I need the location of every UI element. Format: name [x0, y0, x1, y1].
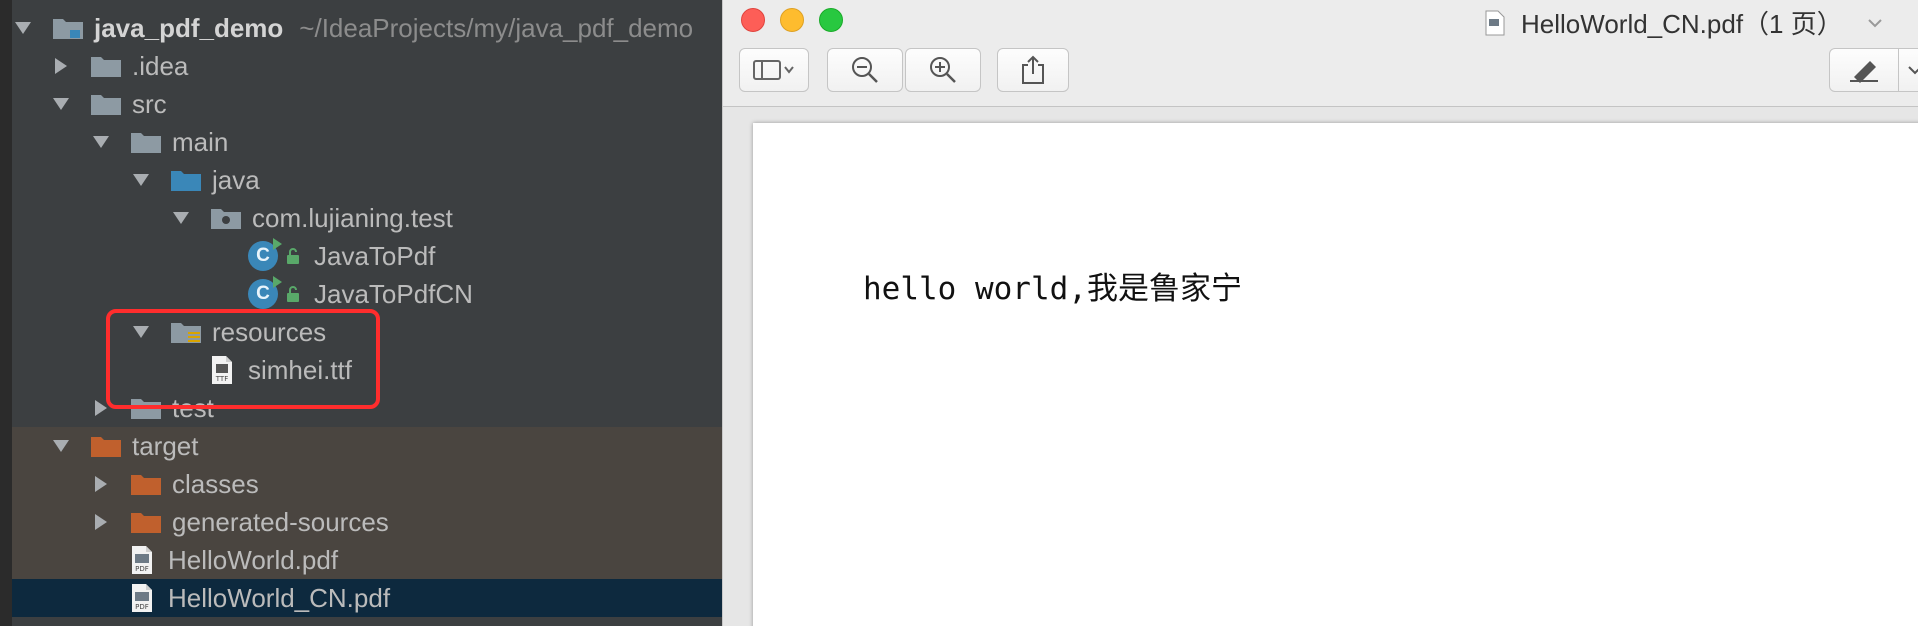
share-button[interactable] [997, 48, 1069, 92]
markup-button[interactable] [1829, 48, 1918, 92]
markup-pen-icon [1850, 61, 1878, 83]
zoom-out-icon [852, 57, 878, 83]
excluded-folder-icon [131, 513, 161, 533]
chevron-down-icon[interactable] [130, 169, 152, 191]
unlocked-icon [287, 248, 299, 264]
chevron-down-icon[interactable] [1907, 65, 1918, 75]
document-canvas[interactable]: hello world,我是鲁家宁 [723, 107, 1918, 626]
pdf-document-icon [1485, 10, 1505, 35]
window-title[interactable]: HelloWorld_CN.pdf（1 页） [1485, 4, 1883, 41]
zoom-in-icon [930, 57, 956, 83]
chevron-right-icon[interactable] [90, 511, 112, 533]
tree-row-javatopdf[interactable]: C JavaToPdf [12, 237, 722, 275]
pdf-file-icon: PDF [132, 584, 152, 612]
chevron-down-icon[interactable] [12, 17, 34, 39]
zoom-out-button[interactable] [827, 48, 903, 92]
tree-row-classes[interactable]: classes [12, 465, 722, 503]
tree-label: com.lujianing.test [252, 202, 453, 233]
class-icon-letter: C [256, 283, 270, 304]
folder-icon [91, 95, 121, 115]
project-tree-panel: java_pdf_demo ~/IdeaProjects/my/java_pdf… [0, 0, 722, 626]
chevron-down-icon[interactable] [1867, 18, 1883, 28]
tree-label: java [212, 164, 260, 195]
project-name: java_pdf_demo [94, 12, 284, 43]
chevron-down-icon[interactable] [50, 93, 72, 115]
chevron-down-icon[interactable] [170, 207, 192, 229]
sidebar-toggle-icon [753, 60, 794, 80]
tree-label: target [132, 430, 199, 461]
tree-row-main[interactable]: main [12, 123, 722, 161]
tree-row-target[interactable]: target [12, 427, 722, 465]
close-window-button[interactable] [741, 8, 765, 32]
tree-row-helloworld-pdf[interactable]: PDF HelloWorld.pdf [12, 541, 722, 579]
chevron-down-icon[interactable] [90, 131, 112, 153]
tree-row-idea[interactable]: .idea [12, 47, 722, 85]
tree-label: classes [172, 468, 259, 499]
preview-window: HelloWorld_CN.pdf（1 页） hello world,我是鲁家宁 [722, 0, 1918, 626]
run-marker-icon [273, 276, 282, 288]
tree-label: src [132, 88, 167, 119]
share-icon [1022, 55, 1044, 84]
toolbar-divider [1898, 48, 1899, 92]
java-class-icon: C [248, 276, 282, 309]
file-icon-label: PDF [135, 565, 149, 573]
red-highlight-annotation [106, 309, 380, 409]
minimize-window-button[interactable] [780, 8, 804, 32]
tree-row-package[interactable]: com.lujianing.test [12, 199, 722, 237]
window-titlebar[interactable]: HelloWorld_CN.pdf（1 页） [723, 0, 1918, 40]
tree-label: .idea [132, 50, 189, 81]
chevron-right-icon[interactable] [90, 473, 112, 495]
pdf-file-icon: PDF [132, 546, 152, 574]
tree-label: main [172, 126, 229, 157]
java-class-icon: C [248, 238, 282, 271]
class-icon-letter: C [256, 245, 270, 266]
editor-gutter [0, 0, 12, 626]
pdf-page-text: hello world,我是鲁家宁 [863, 271, 1242, 307]
tree-row-javatopdfcn[interactable]: C JavaToPdfCN [12, 275, 722, 313]
zoom-window-button[interactable] [819, 8, 843, 32]
source-folder-icon [171, 171, 201, 191]
tree-row-helloworld-cn-pdf[interactable]: PDF HelloWorld_CN.pdf [12, 579, 722, 617]
zoom-in-button[interactable] [905, 48, 981, 92]
pdf-page[interactable]: hello world,我是鲁家宁 [753, 123, 1918, 626]
package-icon [211, 209, 241, 229]
folder-icon [91, 57, 121, 77]
module-folder-icon [53, 19, 83, 39]
unlocked-icon [287, 286, 299, 302]
tree-label: JavaToPdf [314, 240, 436, 271]
tree-label: HelloWorld.pdf [168, 544, 339, 575]
folder-icon [131, 133, 161, 153]
excluded-folder-icon [91, 437, 121, 457]
tree-row-root[interactable]: java_pdf_demo ~/IdeaProjects/my/java_pdf… [12, 9, 722, 47]
tree-label: HelloWorld_CN.pdf [168, 582, 391, 613]
excluded-folder-icon [131, 475, 161, 495]
file-icon-label: PDF [135, 603, 149, 611]
sidebar-view-button[interactable] [739, 48, 809, 92]
tree-row-src[interactable]: src [12, 85, 722, 123]
project-path: ~/IdeaProjects/my/java_pdf_demo [299, 12, 694, 43]
run-marker-icon [273, 238, 282, 250]
tree-label: JavaToPdfCN [314, 278, 473, 309]
chevron-right-icon[interactable] [50, 55, 72, 77]
window-title-text: HelloWorld_CN.pdf（1 页） [1521, 9, 1843, 39]
tree-row-java[interactable]: java [12, 161, 722, 199]
chevron-down-icon[interactable] [50, 435, 72, 457]
tree-row-generated-sources[interactable]: generated-sources [12, 503, 722, 541]
tree-label: generated-sources [172, 506, 389, 537]
